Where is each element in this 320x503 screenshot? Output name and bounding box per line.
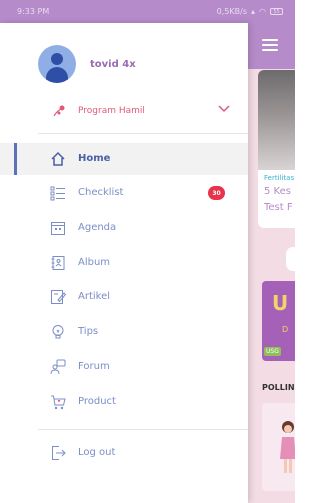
nav-item-home[interactable]: Home (0, 143, 248, 175)
nav-item-label: Checklist (78, 187, 124, 198)
status-indicators: 0,5KB/s ▴ ◠ 55 (217, 7, 283, 16)
article-card-title-2: Test F (264, 202, 293, 213)
status-time: 9:33 PM (17, 7, 50, 16)
calendar-icon (51, 222, 65, 235)
nav-item-album[interactable]: Album (0, 247, 248, 279)
promo-letter: U (272, 291, 289, 315)
battery-level: 55 (273, 8, 280, 15)
program-label: Program Hamil (78, 106, 145, 116)
article-icon (51, 290, 66, 304)
logout-label: Log out (78, 447, 116, 458)
promo-banner[interactable]: U D USG (262, 281, 295, 361)
nav-item-label: Product (78, 396, 116, 407)
status-bar: 9:33 PM 0,5KB/s ▴ ◠ 55 (0, 0, 295, 23)
user-name: tovid 4x (90, 58, 136, 70)
logout-button[interactable]: Log out (0, 437, 248, 469)
sperm-icon (53, 105, 65, 117)
nav-item-label: Artikel (78, 291, 111, 302)
nav-item-artikel[interactable]: Artikel (0, 281, 248, 313)
nav-item-label: Agenda (78, 222, 117, 233)
battery-icon: 55 (270, 8, 283, 15)
navigation-drawer: tovid 4x Program Hamil Home Checklist 30… (0, 23, 248, 503)
article-card[interactable]: Fertilitas 5 Kes Test F (258, 70, 295, 228)
app-topbar (248, 23, 295, 69)
nav-item-label: Forum (78, 361, 110, 372)
checklist-count-badge: 30 (208, 186, 225, 200)
program-selector[interactable]: Program Hamil (52, 103, 230, 119)
nav-item-product[interactable]: Product (0, 386, 248, 418)
signal-icon: ▴ (251, 7, 256, 16)
logout-icon (52, 446, 66, 460)
article-card-image (258, 70, 295, 170)
hamburger-menu-icon[interactable] (262, 39, 278, 51)
woman-illustration-icon (280, 421, 295, 473)
article-card-title-1: 5 Kes (264, 186, 291, 197)
user-profile[interactable]: tovid 4x (38, 45, 136, 83)
promo-sub: D (282, 325, 289, 334)
article-card-category: Fertilitas (264, 174, 295, 182)
background-app: Fertilitas 5 Kes Test F U D USG POLLIN (248, 23, 295, 503)
carousel-indicator (286, 247, 295, 271)
section-title: POLLIN (262, 383, 295, 392)
lightbulb-icon (52, 325, 64, 339)
wifi-icon: ◠ (259, 7, 266, 16)
cart-icon (51, 395, 66, 410)
checklist-icon (50, 186, 65, 201)
nav-item-label: Home (78, 153, 111, 164)
nav-item-tips[interactable]: Tips (0, 316, 248, 348)
nav-item-label: Album (78, 257, 111, 268)
home-icon (51, 151, 65, 166)
nav-item-label: Tips (78, 326, 99, 337)
divider (38, 429, 248, 430)
promo-tag: USG (264, 347, 281, 356)
album-icon (51, 256, 65, 270)
polling-card[interactable] (262, 403, 295, 491)
chevron-down-icon (218, 105, 230, 113)
divider (38, 133, 248, 134)
avatar (38, 45, 76, 83)
nav-item-checklist[interactable]: Checklist 30 (0, 177, 248, 209)
network-speed: 0,5KB/s (216, 7, 247, 16)
nav-item-agenda[interactable]: Agenda (0, 212, 248, 244)
nav-item-forum[interactable]: Forum (0, 351, 248, 383)
forum-icon (50, 359, 66, 375)
